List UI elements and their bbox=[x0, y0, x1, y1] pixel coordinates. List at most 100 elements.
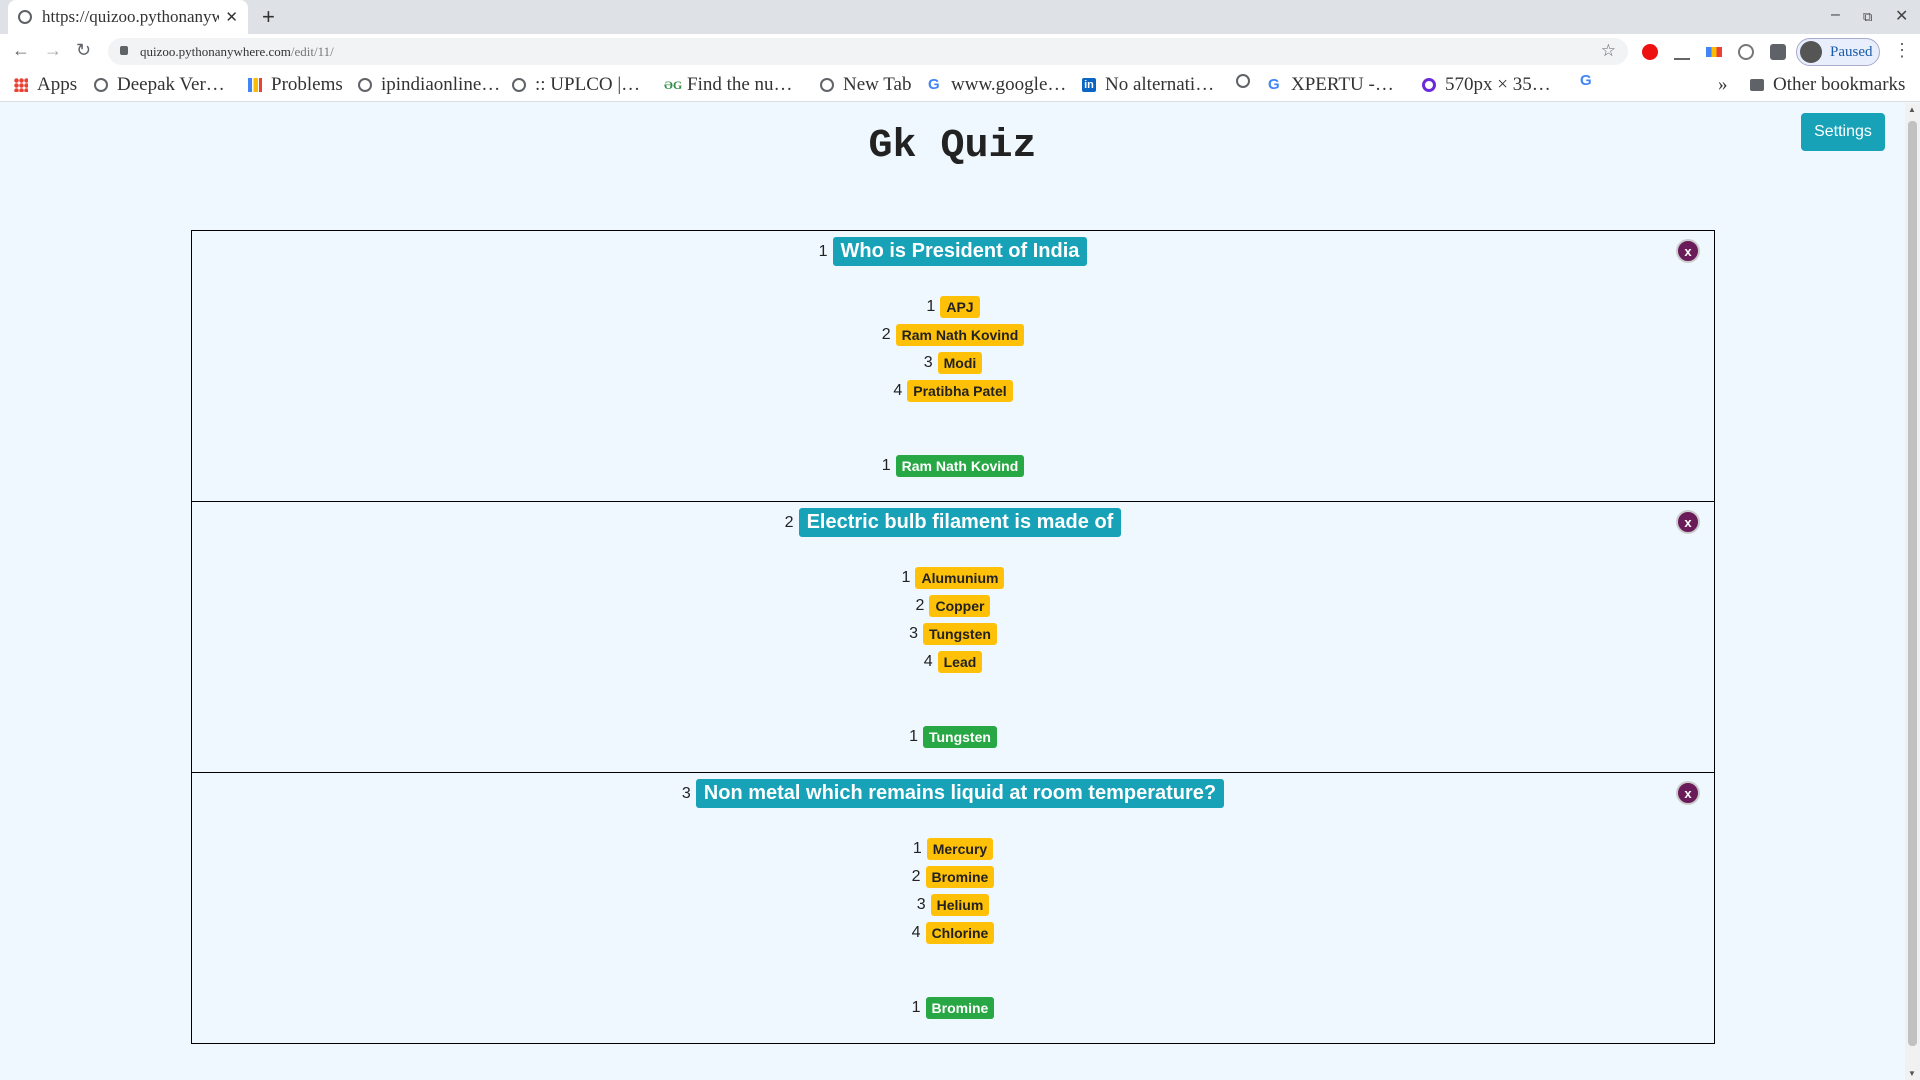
option-badge: Pratibha Patel bbox=[907, 380, 1013, 402]
globe-icon bbox=[358, 78, 372, 92]
question-text: Who is President of India bbox=[832, 237, 1088, 266]
window-close-icon[interactable]: ✕ bbox=[1895, 6, 1908, 26]
minimize-icon[interactable]: – bbox=[1831, 6, 1840, 24]
browser-menu-icon[interactable]: ⋮ bbox=[1893, 40, 1911, 61]
browser-toolbar: ← → ↻ quizoo.pythonanywhere.com/edit/11/… bbox=[0, 34, 1920, 70]
bookmark-item[interactable]: 570px × 35… bbox=[1422, 74, 1551, 96]
option-item: 1 APJ bbox=[192, 293, 1714, 321]
delete-question-button[interactable]: x bbox=[1676, 510, 1700, 534]
back-icon[interactable]: ← bbox=[12, 40, 30, 61]
option-item: 2 Copper bbox=[192, 592, 1714, 620]
tab-title: https://quizoo.pythonanywhere.com/edit/1… bbox=[42, 7, 220, 26]
question-number: 3 bbox=[681, 784, 691, 802]
question-list: 1 Who is President of India x 1 APJ 2 Ram … bbox=[191, 230, 1715, 1044]
option-item: 4 Pratibha Patel bbox=[192, 377, 1714, 405]
bookmark-item[interactable]: Gwww.google… bbox=[928, 74, 1066, 96]
profile-button[interactable]: Paused bbox=[1796, 38, 1880, 66]
bar-chart-icon bbox=[248, 78, 262, 92]
globe-icon bbox=[94, 78, 108, 92]
reload-icon[interactable]: ↻ bbox=[76, 40, 91, 61]
question-card: 1 Who is President of India x 1 APJ 2 Ram … bbox=[191, 230, 1715, 502]
colorful-extension-icon[interactable] bbox=[1706, 47, 1722, 57]
analytics-extension-icon[interactable] bbox=[1674, 44, 1690, 60]
bookmark-item[interactable]: Deepak Ver… bbox=[94, 74, 225, 96]
profile-status-label: Paused bbox=[1830, 43, 1873, 60]
avatar bbox=[1800, 41, 1822, 63]
opera-extension-icon[interactable] bbox=[1642, 44, 1658, 60]
bookmark-item[interactable]: New Tab bbox=[820, 74, 912, 96]
question-card: 3 Non metal which remains liquid at room… bbox=[191, 772, 1715, 1044]
page-scrollbar[interactable]: ▲ ▼ bbox=[1905, 103, 1920, 1080]
bookmark-item[interactable]: ƏG Find the nu… bbox=[664, 74, 793, 96]
bookmark-item[interactable]: in No alternati… bbox=[1082, 74, 1214, 96]
question-header: 3 Non metal which remains liquid at room… bbox=[192, 779, 1714, 808]
question-card: 2 Electric bulb filament is made of x 1A… bbox=[191, 501, 1715, 773]
canva-icon bbox=[1422, 78, 1436, 92]
globe-icon bbox=[820, 78, 834, 92]
bookmark-star-icon[interactable]: ☆ bbox=[1601, 41, 1616, 61]
browser-tab[interactable]: https://quizoo.pythonanywhere.com/edit/1… bbox=[8, 0, 248, 34]
scrollbar-thumb[interactable] bbox=[1908, 121, 1917, 1046]
option-badge: Ram Nath Kovind bbox=[895, 324, 1025, 346]
option-item: 3 Helium bbox=[192, 891, 1714, 919]
bookmark-item[interactable]: :: UPLCO |… bbox=[512, 74, 640, 96]
tab-strip: https://quizoo.pythonanywhere.com/edit/1… bbox=[0, 0, 1920, 34]
delete-question-button[interactable]: x bbox=[1676, 239, 1700, 263]
google-icon: G bbox=[1268, 76, 1280, 93]
geeksforgeeks-icon: ƏG bbox=[664, 78, 683, 92]
other-bookmarks[interactable]: Other bookmarks bbox=[1750, 74, 1905, 96]
option-item: 4 Lead bbox=[192, 648, 1714, 676]
option-item: 4 Chlorine bbox=[192, 919, 1714, 947]
question-text: Electric bulb filament is made of bbox=[798, 508, 1122, 537]
delete-question-button[interactable]: x bbox=[1676, 781, 1700, 805]
answer-badge: Bromine bbox=[925, 997, 995, 1019]
question-header: 1 Who is President of India bbox=[192, 237, 1714, 266]
question-number: 2 bbox=[784, 513, 794, 531]
option-list: 1 APJ 2 Ram Nath Kovind 3 Modi 4 Pratibha Pa… bbox=[192, 293, 1714, 405]
puzzle-extensions-icon[interactable] bbox=[1770, 44, 1786, 60]
scroll-down-icon[interactable]: ▼ bbox=[1908, 1069, 1916, 1078]
question-header: 2 Electric bulb filament is made of bbox=[192, 508, 1714, 537]
forward-icon[interactable]: → bbox=[44, 40, 62, 61]
option-badge: Copper bbox=[929, 595, 991, 617]
address-bar[interactable]: quizoo.pythonanywhere.com/edit/11/ ☆ bbox=[108, 38, 1628, 65]
google-icon: G bbox=[1580, 72, 1592, 89]
folder-icon bbox=[1750, 79, 1764, 91]
option-item: 1 Alumunium bbox=[192, 564, 1714, 592]
option-item: 2 Bromine bbox=[192, 863, 1714, 891]
option-badge: APJ bbox=[940, 296, 980, 318]
settings-button[interactable]: Settings bbox=[1801, 113, 1885, 151]
option-badge: Alumunium bbox=[915, 567, 1005, 589]
bookmarks-overflow-button[interactable]: » bbox=[1718, 74, 1728, 96]
option-list: 1 Alumunium 2 Copper 3 Tungsten 4 Lead bbox=[192, 564, 1714, 676]
bookmark-item[interactable] bbox=[1236, 74, 1259, 88]
bookmark-item[interactable]: Apps bbox=[14, 74, 77, 96]
url-text: quizoo.pythonanywhere.com/edit/11/ bbox=[140, 44, 334, 59]
option-item: 2 Ram Nath Kovind bbox=[192, 321, 1714, 349]
answer-row: 1 Tungsten bbox=[192, 726, 1714, 748]
option-item: 1 Mercury bbox=[192, 835, 1714, 863]
globe-icon bbox=[512, 78, 526, 92]
option-badge: Tungsten bbox=[922, 623, 997, 645]
option-badge: Helium bbox=[930, 894, 990, 916]
google-icon: G bbox=[928, 76, 940, 93]
scroll-up-icon[interactable]: ▲ bbox=[1908, 105, 1916, 114]
bookmark-item[interactable]: ipindiaonline… bbox=[358, 74, 500, 96]
restore-icon[interactable]: ⧉ bbox=[1863, 9, 1872, 25]
option-badge: Bromine bbox=[925, 866, 995, 888]
option-badge: Modi bbox=[937, 352, 983, 374]
option-badge: Chlorine bbox=[925, 922, 995, 944]
option-item: 3 Tungsten bbox=[192, 620, 1714, 648]
answer-badge: Ram Nath Kovind bbox=[895, 455, 1025, 477]
answer-badge: Tungsten bbox=[922, 726, 997, 748]
bookmark-item[interactable]: G XPERTU -… bbox=[1268, 74, 1394, 96]
bookmark-item[interactable]: G bbox=[1580, 72, 1603, 89]
close-tab-icon[interactable]: ✕ bbox=[225, 8, 238, 26]
bookmark-item[interactable]: Problems bbox=[248, 74, 343, 96]
new-tab-icon[interactable]: + bbox=[262, 4, 275, 30]
page-title: Gk Quiz bbox=[868, 124, 1037, 169]
cloud-extension-icon[interactable] bbox=[1738, 44, 1754, 60]
bookmarks-bar: Apps Deepak Ver… Problems ipindiaonline…… bbox=[0, 70, 1920, 102]
question-number: 1 bbox=[818, 242, 828, 260]
option-item: 3 Modi bbox=[192, 349, 1714, 377]
